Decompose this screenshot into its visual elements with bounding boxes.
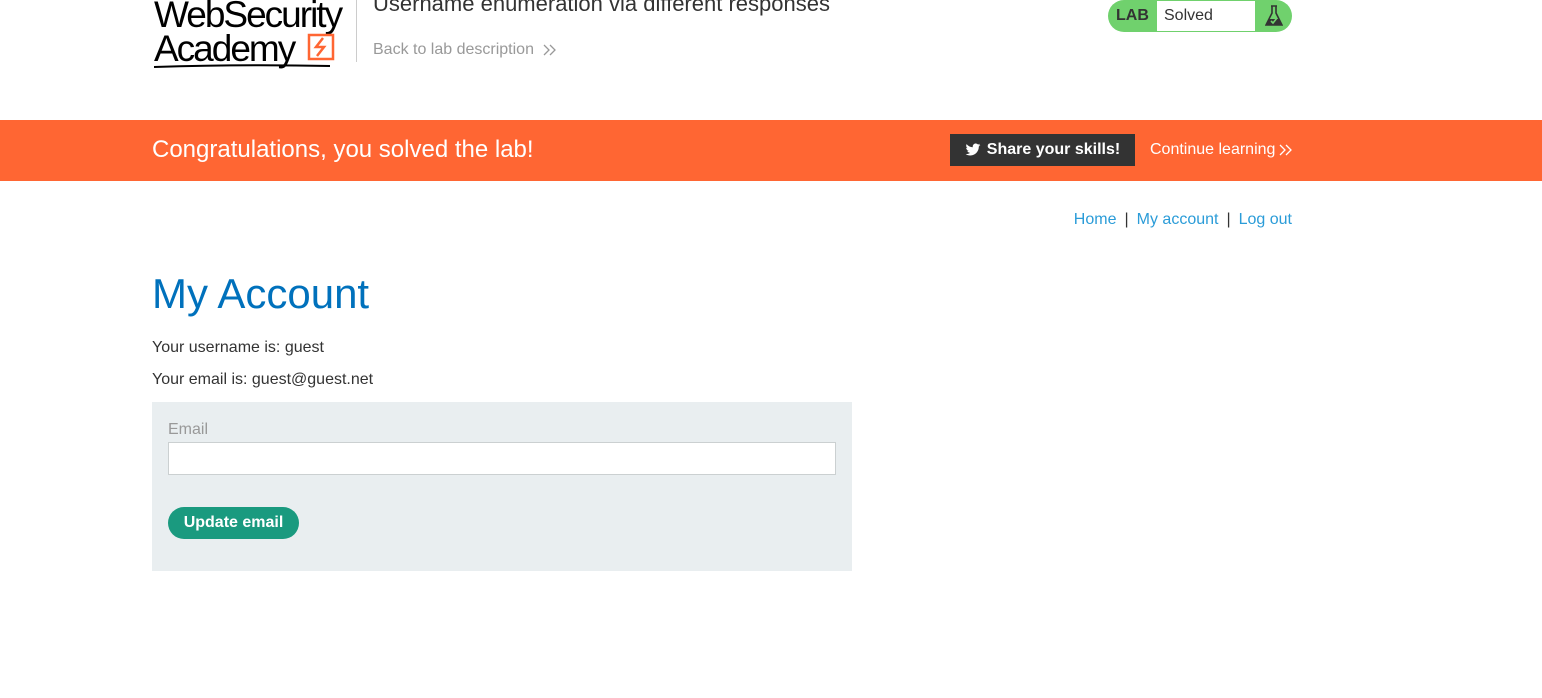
twitter-icon — [965, 143, 981, 156]
username-info: Your username is: guest — [152, 339, 324, 356]
lab-status-state: Solved — [1157, 1, 1255, 31]
web-security-academy-logo[interactable]: WebSecurity Academy — [154, 0, 354, 70]
flask-icon — [1256, 0, 1292, 32]
congratulations-message: Congratulations, you solved the lab! — [152, 136, 534, 163]
top-navigation: Home | My account | Log out — [1074, 211, 1292, 229]
logo-underline — [154, 64, 330, 68]
nav-separator: | — [1226, 211, 1231, 228]
nav-log-out-link[interactable]: Log out — [1239, 211, 1292, 228]
share-skills-label: Share your skills! — [986, 141, 1121, 158]
lab-status-widget: LAB Solved — [1108, 0, 1292, 32]
continue-learning-label: Continue learning — [1150, 141, 1276, 158]
update-email-button[interactable]: Update email — [168, 507, 299, 539]
double-chevron-right-icon — [543, 44, 556, 56]
continue-learning-link[interactable]: Continue learning — [1150, 141, 1293, 159]
email-label: Email — [168, 421, 209, 438]
nav-my-account-link[interactable]: My account — [1137, 211, 1219, 228]
back-link-label: Back to lab description — [373, 41, 534, 58]
nav-home-link[interactable]: Home — [1074, 211, 1117, 228]
lab-title: Username enumeration via different respo… — [373, 0, 830, 16]
share-skills-button[interactable]: Share your skills! — [950, 134, 1135, 166]
logo-text-line2: Academy — [154, 28, 296, 69]
double-chevron-right-icon — [1279, 144, 1293, 156]
email-info: Your email is: guest@guest.net — [152, 371, 374, 388]
nav-separator: | — [1124, 211, 1129, 228]
lab-status-label: LAB — [1116, 7, 1149, 24]
back-to-lab-description-link[interactable]: Back to lab description — [373, 41, 558, 59]
lightning-bolt-icon — [307, 33, 335, 61]
email-input[interactable] — [168, 442, 836, 475]
header-divider — [356, 0, 357, 62]
header: WebSecurity Academy Username enumeration… — [0, 0, 1542, 120]
solved-banner: Congratulations, you solved the lab! Sha… — [0, 120, 1542, 181]
page-title: My Account — [152, 270, 370, 317]
change-email-form: Email Update email — [152, 402, 852, 571]
